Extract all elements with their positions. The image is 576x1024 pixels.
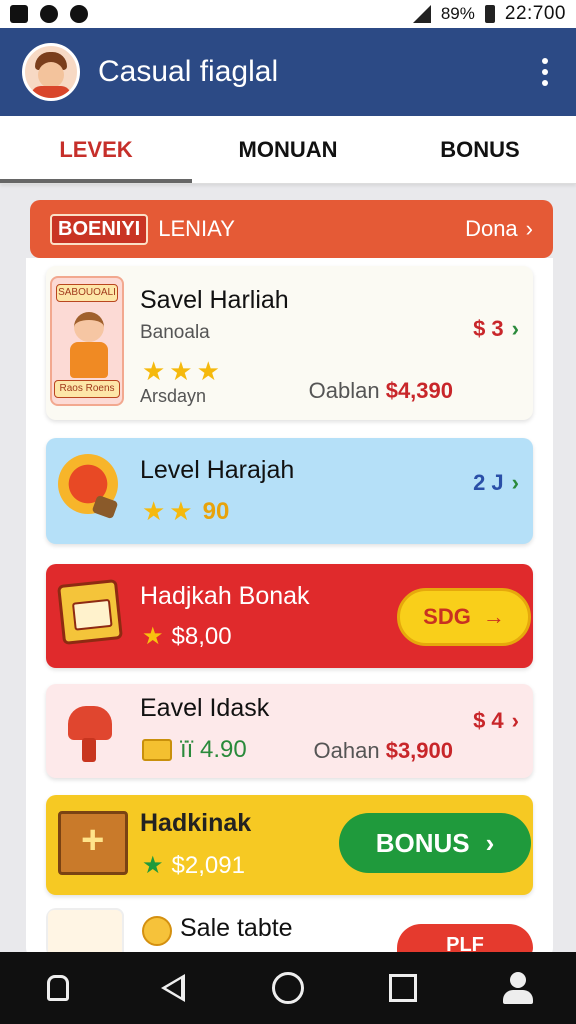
- banner-link-label: Dona: [465, 216, 518, 241]
- card-caption: Arsdayn: [140, 386, 207, 406]
- sun-icon: [58, 454, 118, 514]
- card-value[interactable]: $ 4 ›: [473, 708, 519, 734]
- status-bar: 89% 22:700: [0, 0, 576, 28]
- chevron-right-icon: ›: [511, 316, 519, 341]
- notification-icon: [40, 5, 58, 23]
- recents-icon: [389, 974, 418, 1002]
- signal-icon: [412, 5, 431, 23]
- amount-text: $8,00: [171, 622, 232, 650]
- level-card-4[interactable]: Sale tabte PLF: [46, 908, 533, 958]
- value-text: $ 4: [473, 708, 504, 733]
- crate-icon: [58, 811, 128, 875]
- banner-badge: BOENIYI: [50, 213, 149, 245]
- card-title: Sale tabte: [180, 914, 293, 942]
- button-label: BONUS: [375, 827, 470, 858]
- more-options-icon[interactable]: [536, 52, 554, 92]
- gold-bars-icon: [142, 739, 172, 761]
- tab-bonus[interactable]: BONUS: [384, 116, 576, 183]
- level-card-3[interactable]: Eavel Idask ïï 4.90 $ 4 › Oahan $3,900: [46, 684, 533, 778]
- app-notification-icon: [70, 5, 88, 23]
- home-icon: [46, 975, 69, 1001]
- star-rating: ★★ 90: [142, 496, 229, 527]
- card-value[interactable]: 2 J ›: [473, 470, 519, 496]
- chevron-right-icon: ›: [485, 827, 495, 858]
- banner-link[interactable]: Dona ›: [465, 216, 533, 242]
- app-title: Casual fiaglal: [98, 55, 279, 88]
- avatar[interactable]: [22, 43, 80, 101]
- star-icon: ★: [142, 623, 164, 650]
- chevron-right-icon: ›: [511, 470, 519, 495]
- card-value-row: ïï 4.90: [142, 736, 247, 764]
- status-icons-left: [10, 5, 88, 23]
- character-thumbnail: [46, 908, 124, 958]
- back-icon: [160, 974, 185, 1002]
- tab-bar: LEVEK MONUAN BONUS: [0, 116, 576, 184]
- stars-value: 90: [202, 497, 230, 525]
- price-amount: $4,390: [385, 378, 453, 403]
- price-amount: $3,900: [385, 738, 453, 763]
- amount-text: $2,091: [171, 851, 245, 879]
- card-title: Level Harajah: [140, 456, 295, 484]
- coin-icon: [142, 916, 172, 946]
- level-card-2[interactable]: Level Harajah ★★ 90 2 J ›: [46, 438, 533, 544]
- value-text: ïï 4.90: [180, 736, 247, 763]
- card-title: Savel Harliah: [140, 286, 289, 314]
- gallery-icon: [10, 5, 28, 23]
- bonus-card-2[interactable]: Hadkinak ★ $2,091 BONUS ›: [46, 795, 533, 895]
- card-title: Hadkinak: [140, 809, 252, 837]
- circle-icon: [271, 972, 304, 1004]
- thumbnail-caption: Raos Roens: [54, 380, 120, 398]
- star-rating: ★★★: [142, 356, 224, 386]
- battery-percentage: 89%: [440, 4, 475, 23]
- recents-nav-button[interactable]: [379, 964, 427, 1012]
- card-value[interactable]: $ 3 ›: [473, 316, 519, 342]
- card-action-button[interactable]: SDG →: [397, 588, 531, 646]
- stars: ★★: [142, 496, 197, 526]
- calendar-box-icon: [57, 579, 123, 645]
- arrow-right-icon: →: [482, 604, 505, 629]
- tab-levek[interactable]: LEVEK: [0, 116, 192, 183]
- card-title: Eavel Idask: [140, 694, 270, 722]
- app-bar: Casual fiaglal: [0, 28, 576, 116]
- home-circle-button[interactable]: [264, 964, 312, 1012]
- chair-icon: [62, 698, 118, 762]
- value-text: 2 J: [473, 470, 504, 495]
- section-header: BOENIYI LENIAY Dona ›: [30, 200, 553, 258]
- price-line: Oahan $3,900: [314, 738, 453, 764]
- chevron-right-icon: ›: [525, 216, 533, 241]
- card-subtitle: Banoala: [140, 322, 210, 343]
- bonus-card-1[interactable]: Hadjkah Bonak ★ $8,00 SDG →: [46, 564, 533, 668]
- back-nav-button[interactable]: [149, 964, 197, 1012]
- character-thumbnail: SABOUOALI Raos Roens: [50, 276, 124, 406]
- value-text: $ 3: [473, 316, 504, 341]
- status-icons-right: 89% 22:700: [412, 3, 566, 25]
- bonus-button[interactable]: BONUS ›: [339, 813, 531, 873]
- button-label: SDG: [423, 604, 471, 629]
- person-icon: [501, 972, 535, 1004]
- banner-title: LENIAY: [158, 216, 235, 241]
- clock: 22:700: [504, 3, 566, 24]
- system-nav-bar: [0, 952, 576, 1024]
- price-label: Oablan: [308, 378, 380, 403]
- chevron-right-icon: ›: [511, 708, 519, 733]
- battery-icon: [484, 5, 495, 23]
- profile-nav-button[interactable]: [494, 964, 542, 1012]
- card-amount: ★ $8,00: [142, 622, 232, 651]
- card-amount: ★ $2,091: [142, 851, 245, 880]
- home-nav-button[interactable]: [34, 964, 82, 1012]
- price-label: Oahan: [313, 738, 380, 763]
- thumbnail-tag: SABOUOALI: [56, 284, 118, 302]
- tab-monuan[interactable]: MONUAN: [192, 116, 384, 183]
- card-title: Hadjkah Bonak: [140, 582, 310, 610]
- level-card-1[interactable]: SABOUOALI Raos Roens Savel Harliah Banoa…: [46, 266, 533, 420]
- price-line: Oablan $4,390: [309, 378, 453, 404]
- star-icon: ★: [142, 852, 164, 879]
